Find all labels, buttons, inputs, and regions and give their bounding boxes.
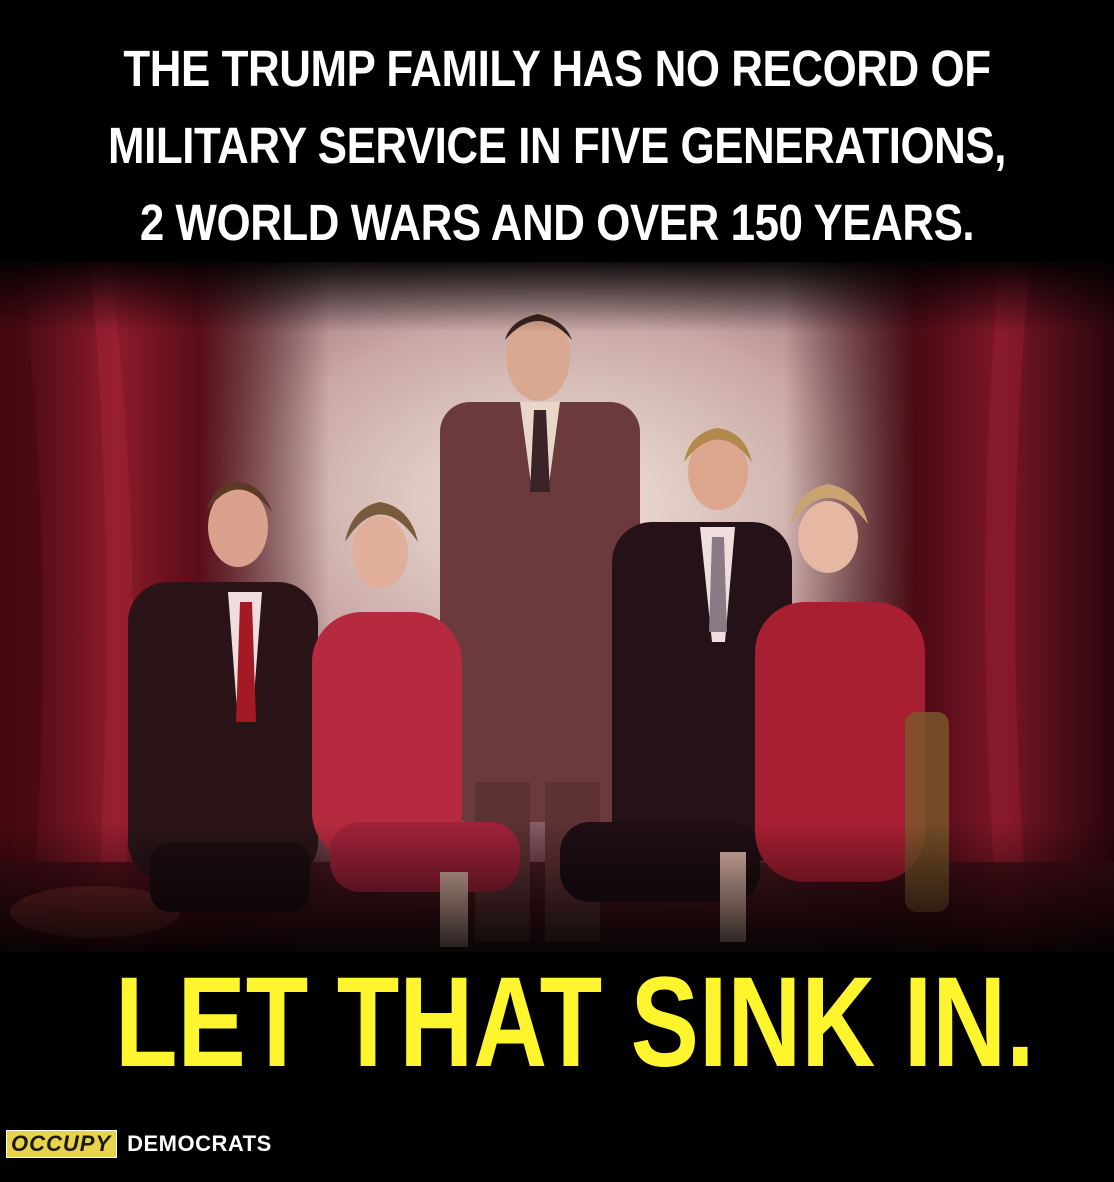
headline-line-3: 2 WORLD WARS AND OVER 150 YEARS. — [139, 194, 975, 251]
headline-line-2: MILITARY SERVICE IN FIVE GENERATIONS, — [108, 117, 1006, 174]
headline-line-1: THE TRUMP FAMILY HAS NO RECORD OF — [123, 40, 991, 97]
brand-logo: OCCUPY DEMOCRATS — [6, 1129, 272, 1159]
family-portrait-photo — [0, 262, 1114, 952]
meme-image: THE TRUMP FAMILY HAS NO RECORD OF MILITA… — [0, 0, 1114, 1182]
tagline: LET THAT SINK IN. — [0, 948, 1114, 1098]
brand-logo-boxed-word: OCCUPY — [6, 1130, 118, 1158]
headline: THE TRUMP FAMILY HAS NO RECORD OF MILITA… — [0, 30, 1114, 261]
brand-logo-word: DEMOCRATS — [127, 1131, 272, 1156]
tagline-text: LET THAT SINK IN. — [114, 951, 1035, 1094]
